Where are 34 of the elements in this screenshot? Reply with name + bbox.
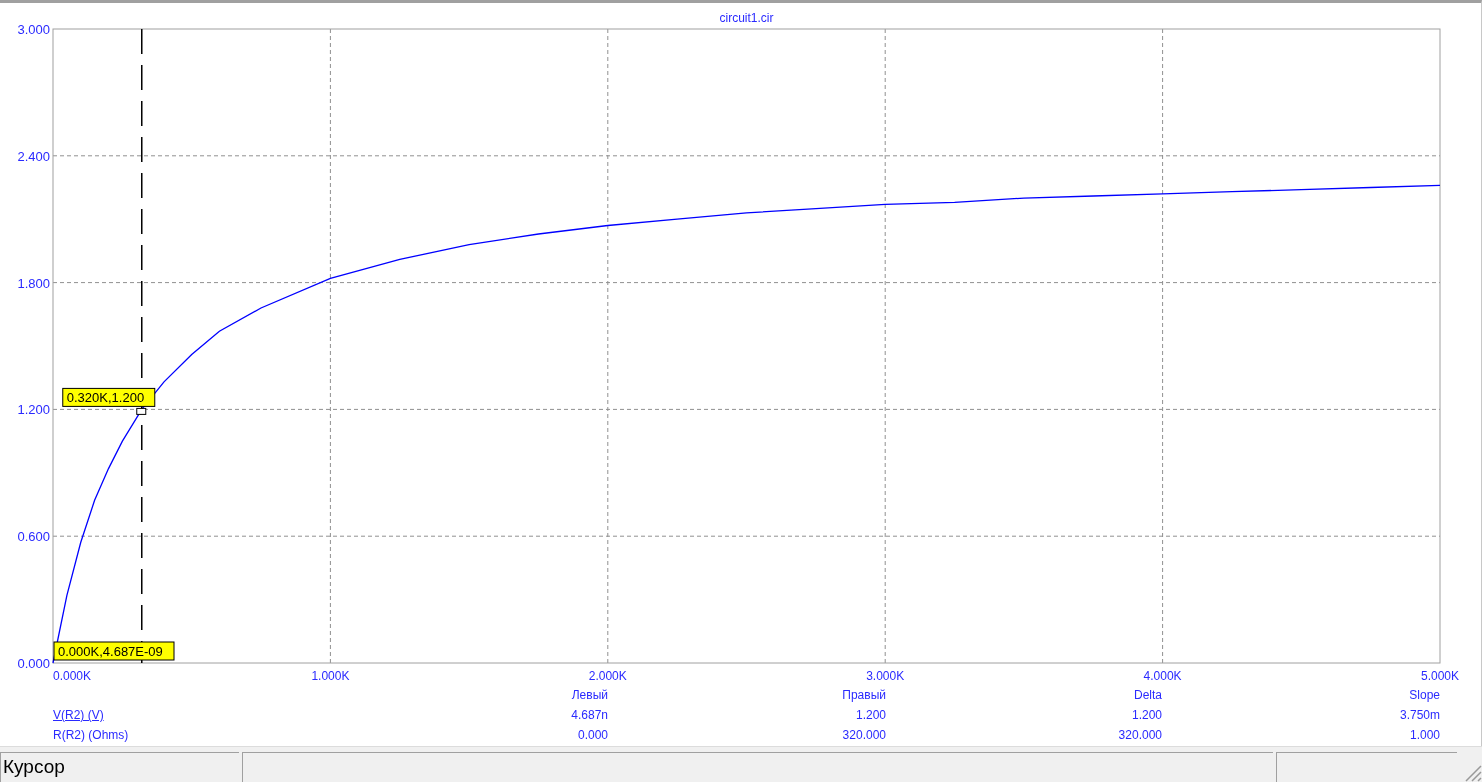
table-cell-text: 1.200 xyxy=(1130,707,1162,724)
table-cell-text: 3.750m xyxy=(1398,707,1440,724)
column-header: Левый xyxy=(570,687,608,704)
cursor-marker xyxy=(136,407,147,415)
table-cell-text: 320.000 xyxy=(1117,727,1162,744)
table-cell-text: 1.000 xyxy=(1408,727,1440,744)
x-tick-label: 5.000K xyxy=(1421,669,1459,683)
y-tick-label: 1.200 xyxy=(17,402,50,418)
cursor-readout: 0.320K,1.200 xyxy=(62,387,156,407)
table-cell-text: 4.687n xyxy=(570,707,608,724)
trace-name[interactable]: V(R2) (V) xyxy=(53,705,253,725)
column-header: Правый xyxy=(841,687,886,704)
y-tick-label: 0.000 xyxy=(17,656,50,671)
table-cell-text: 0.000 xyxy=(576,727,608,744)
x-tick-label: 2.000K xyxy=(588,669,627,683)
trace-name[interactable]: R(R2) (Ohms) xyxy=(53,725,253,745)
x-tick-label: 3.000K xyxy=(866,669,905,683)
y-tick-label: 3.000 xyxy=(17,22,50,37)
column-header: Delta xyxy=(1133,687,1162,704)
cursor-line[interactable] xyxy=(141,28,143,664)
column-header: Slope xyxy=(1408,687,1440,704)
x-tick-label: 4.000K xyxy=(1143,669,1182,683)
chart-title: circuit1.cir xyxy=(719,11,774,25)
cursor-readout: 0.000K,4.687E-09 xyxy=(53,641,175,661)
x-tick-label: 0.000K xyxy=(53,669,92,683)
status-panel: Курсор xyxy=(0,752,239,782)
x-tick-label: 1.000K xyxy=(311,669,350,683)
y-tick-label: 0.600 xyxy=(17,529,50,545)
annotation: 0.320K,1.200 xyxy=(66,390,145,406)
y-tick-label: 1.800 xyxy=(17,275,50,291)
annotation: 0.000K,4.687E-09 xyxy=(58,644,163,659)
table-cell-text: 320.000 xyxy=(841,727,886,744)
y-tick-label: 2.400 xyxy=(17,148,50,164)
table-cell-text: 1.200 xyxy=(854,707,886,724)
